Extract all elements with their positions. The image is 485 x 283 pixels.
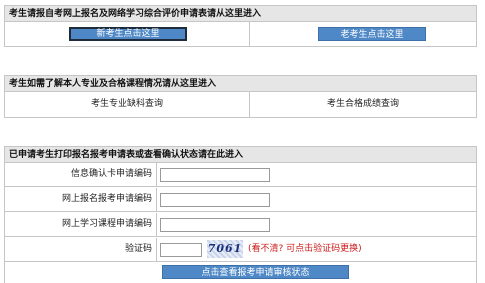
old-student-button[interactable]: 老考生点击这里 bbox=[318, 27, 426, 41]
form-row: 网上报名报考申请编码 bbox=[5, 188, 476, 212]
registration-code-label: 网上报名报考申请编码 bbox=[5, 188, 157, 211]
captcha-label: 验证码 bbox=[5, 238, 157, 261]
major-missing-subjects-link[interactable]: 考生专业缺科查询 bbox=[5, 92, 249, 117]
form-row: 信息确认卡申请编码 bbox=[5, 163, 476, 187]
info-card-code-input[interactable] bbox=[160, 168, 270, 182]
section-title-register: 考生请报自考网上报名及网络学习综合评价申请表请从这里进入 bbox=[4, 5, 477, 22]
section-title-print: 已申请考生打印报名报考申请表或查看确认状态请在此进入 bbox=[4, 146, 477, 163]
form-row: 网上学习课程申请编码 bbox=[5, 213, 476, 237]
application-status-form: 信息确认卡申请编码 网上报名报考申请编码 网上学习课程申请编码 验证码 7061… bbox=[4, 163, 477, 283]
captcha-row: 验证码 7061 (看不清? 可点击验证码更换) bbox=[5, 238, 476, 262]
new-student-button[interactable]: 新考生点击这里 bbox=[69, 27, 187, 41]
captcha-input[interactable] bbox=[160, 243, 202, 257]
section-title-query: 考生如需了解本人专业及合格课程情况请从这里进入 bbox=[4, 75, 477, 92]
divider bbox=[249, 22, 250, 46]
registration-code-input[interactable] bbox=[160, 193, 270, 207]
captcha-image[interactable]: 7061 bbox=[207, 240, 243, 258]
captcha-hint: (看不清? 可点击验证码更换) bbox=[248, 244, 362, 254]
query-row: 考生专业缺科查询 考生合格成绩查询 bbox=[4, 92, 477, 118]
passed-scores-link[interactable]: 考生合格成绩查询 bbox=[250, 92, 476, 117]
info-card-code-label: 信息确认卡申请编码 bbox=[5, 163, 157, 186]
check-status-button[interactable]: 点击查看报考申请审核状态 bbox=[162, 265, 349, 279]
course-code-label: 网上学习课程申请编码 bbox=[5, 213, 157, 236]
course-code-input[interactable] bbox=[160, 218, 270, 232]
register-row: 新考生点击这里 老考生点击这里 bbox=[4, 22, 477, 47]
